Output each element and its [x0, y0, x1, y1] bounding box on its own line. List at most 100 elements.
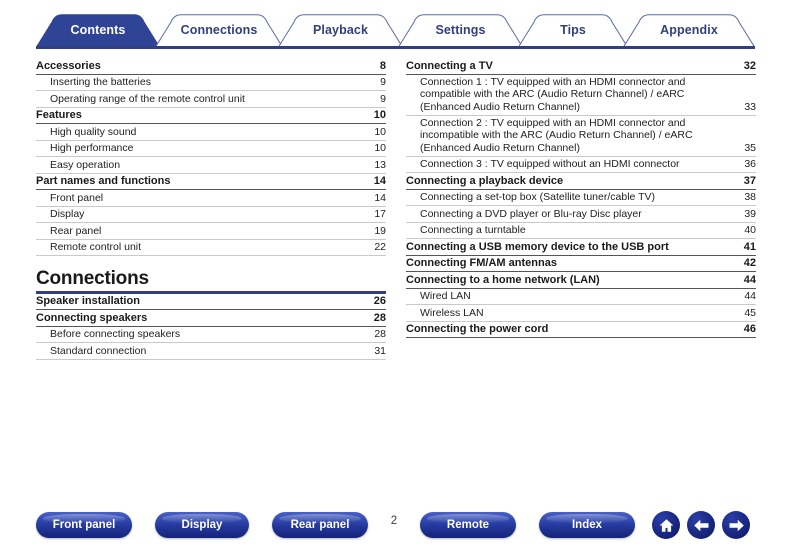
footer-button-front-panel[interactable]: Front panel: [36, 512, 132, 538]
tab-label: Tips: [560, 23, 586, 37]
toc-entry-page: 14: [373, 175, 386, 187]
toc-entry-title: Wireless LAN: [420, 306, 484, 319]
toc-entry-title: Connecting the power cord: [406, 323, 549, 335]
tab-label: Connections: [180, 23, 258, 37]
toc-entry-page: 38: [744, 191, 756, 203]
toc-entry-title: Connection 3 : TV equipped without an HD…: [420, 158, 680, 170]
toc-right-entry[interactable]: Connecting to a home network (LAN) 44: [406, 272, 756, 289]
toc-left-entry[interactable]: Operating range of the remote control un…: [36, 91, 386, 108]
toc-entry-title: Rear panel: [50, 224, 102, 237]
toc-entry-title: Connecting speakers: [36, 311, 148, 324]
footer-navigation-bar: 2 Front panel Display Rear panel Remote Inde…: [0, 500, 791, 557]
page-number: 2: [390, 515, 398, 527]
tab-bar-underline: [36, 46, 755, 49]
toc-entry-title: Connecting a DVD player or Blu-ray Disc …: [420, 207, 642, 220]
toc-entry-page: 28: [374, 328, 386, 340]
toc-entry-title: High performance: [50, 142, 134, 154]
toc-entry-page: 14: [374, 191, 386, 204]
toc-right-entry[interactable]: Connection 2 : TV equipped with an HDMI …: [406, 116, 756, 157]
toc-entry-page: 13: [374, 158, 386, 171]
toc-right-entry[interactable]: Connecting FM/AM antennas 42: [406, 256, 756, 272]
toc-entry-title: Connecting a set-top box (Satellite tune…: [420, 191, 656, 203]
toc-connections-entry[interactable]: Speaker installation 26: [36, 294, 386, 310]
toc-entry-page: 35: [744, 141, 756, 154]
toc-entry-page: 39: [744, 207, 756, 220]
toc-left-entry[interactable]: Part names and functions 14: [36, 174, 386, 190]
tab-contents[interactable]: Contents: [36, 14, 160, 47]
toc-entry-page: 19: [374, 224, 386, 237]
toc-entry-page: 10: [374, 125, 386, 138]
toc-connections-entry[interactable]: Connecting speakers 28: [36, 310, 386, 327]
footer-button-label: Display: [181, 519, 223, 531]
footer-button-index[interactable]: Index: [539, 512, 635, 538]
toc-entry-page: 10: [374, 142, 386, 154]
toc-entry-title: Wired LAN: [420, 290, 471, 302]
toc-column-left: Accessories 8 Inserting the batteries 9 Oper…: [36, 58, 386, 360]
toc-left-entry[interactable]: Remote control unit 22: [36, 240, 386, 256]
toc-right-entry[interactable]: Connecting a USB memory device to the US…: [406, 239, 756, 256]
section-heading-connections: Connections: [36, 268, 149, 289]
toc-entry-title: Features: [36, 109, 82, 121]
toc-entry-page: 10: [373, 109, 386, 121]
toc-right-entry[interactable]: Connecting the power cord 46: [406, 322, 756, 338]
arrow-right-icon[interactable]: [722, 511, 750, 539]
tab-bar: Contents Connections Playback Settings Tips A…: [0, 0, 791, 52]
toc-entry-page: 40: [744, 224, 756, 236]
toc-entry-page: 9: [380, 76, 386, 88]
footer-button-label: Index: [571, 519, 603, 531]
toc-entry-page: 31: [374, 344, 386, 357]
toc-entry-title: Before connecting speakers: [50, 328, 181, 340]
toc-entry-page: 46: [743, 323, 756, 335]
toc-left-entry[interactable]: Easy operation 13: [36, 157, 386, 174]
toc-connections-entry[interactable]: Before connecting speakers 28: [36, 327, 386, 343]
toc-left-entry[interactable]: Rear panel 19: [36, 223, 386, 240]
toc-right-entry[interactable]: Connecting a playback device 37: [406, 173, 756, 190]
tab-label: Playback: [312, 23, 368, 37]
toc-left-entry[interactable]: Inserting the batteries 9: [36, 75, 386, 91]
toc-entry-page: 44: [743, 273, 756, 286]
toc-right-entry[interactable]: Connection 1 : TV equipped with an HDMI …: [406, 75, 756, 116]
tab-connections[interactable]: Connections: [155, 14, 283, 47]
toc-entry-title: Connecting a playback device: [406, 174, 564, 187]
toc-left-entry[interactable]: High quality sound 10: [36, 124, 386, 141]
toc-entry-page: 42: [743, 257, 756, 269]
toc-entry-title: Inserting the batteries: [50, 76, 151, 88]
toc-left-entry[interactable]: Accessories 8: [36, 58, 386, 75]
toc-entry-title: Connecting a TV: [406, 59, 493, 72]
toc-connections-entry[interactable]: Standard connection 31: [36, 343, 386, 360]
toc-left-entry[interactable]: Display 17: [36, 207, 386, 223]
toc-left-entry[interactable]: Features 10: [36, 108, 386, 124]
toc-entry-title: Connecting FM/AM antennas: [406, 257, 557, 269]
footer-button-rear-panel[interactable]: Rear panel: [272, 512, 368, 538]
footer-button-label: Remote: [446, 519, 490, 531]
footer-button-display[interactable]: Display: [155, 512, 249, 538]
toc-entry-page: 17: [374, 208, 386, 220]
toc-right-entry[interactable]: Connecting a DVD player or Blu-ray Disc …: [406, 206, 756, 223]
toc-entry-page: 44: [744, 290, 756, 302]
toc-column-right: Connecting a TV 32 Connection 1 : TV equip…: [406, 58, 756, 338]
toc-right-entry[interactable]: Connecting a TV 32: [406, 58, 756, 75]
tab-playback[interactable]: Playback: [278, 14, 403, 47]
toc-entry-page: 41: [743, 240, 756, 253]
toc-entry-page: 22: [374, 241, 386, 253]
toc-entry-page: 45: [744, 306, 756, 319]
toc-left-entry[interactable]: Front panel 14: [36, 190, 386, 207]
toc-entry-page: 33: [744, 100, 756, 113]
tab-settings[interactable]: Settings: [398, 14, 523, 47]
tab-tips[interactable]: Tips: [518, 14, 628, 47]
tab-appendix[interactable]: Appendix: [623, 14, 755, 47]
toc-right-entry[interactable]: Wired LAN 44: [406, 289, 756, 305]
toc-right-entry[interactable]: Connecting a set-top box (Satellite tune…: [406, 190, 756, 206]
toc-entry-title: Connecting to a home network (LAN): [406, 273, 600, 286]
toc-entry-title: Connecting a USB memory device to the US…: [406, 240, 669, 253]
toc-entry-title: Connecting a turntable: [420, 224, 526, 236]
home-icon[interactable]: [652, 511, 680, 539]
toc-right-entry[interactable]: Connecting a turntable 40: [406, 223, 756, 239]
arrow-left-icon[interactable]: [687, 511, 715, 539]
toc-left-entry[interactable]: High performance 10: [36, 141, 386, 157]
toc-right-entry[interactable]: Connection 3 : TV equipped without an HD…: [406, 157, 756, 173]
toc-right-entry[interactable]: Wireless LAN 45: [406, 305, 756, 322]
toc-entry-title: Speaker installation: [36, 295, 140, 307]
toc-entry-page: 26: [373, 295, 386, 307]
footer-button-remote[interactable]: Remote: [420, 512, 516, 538]
